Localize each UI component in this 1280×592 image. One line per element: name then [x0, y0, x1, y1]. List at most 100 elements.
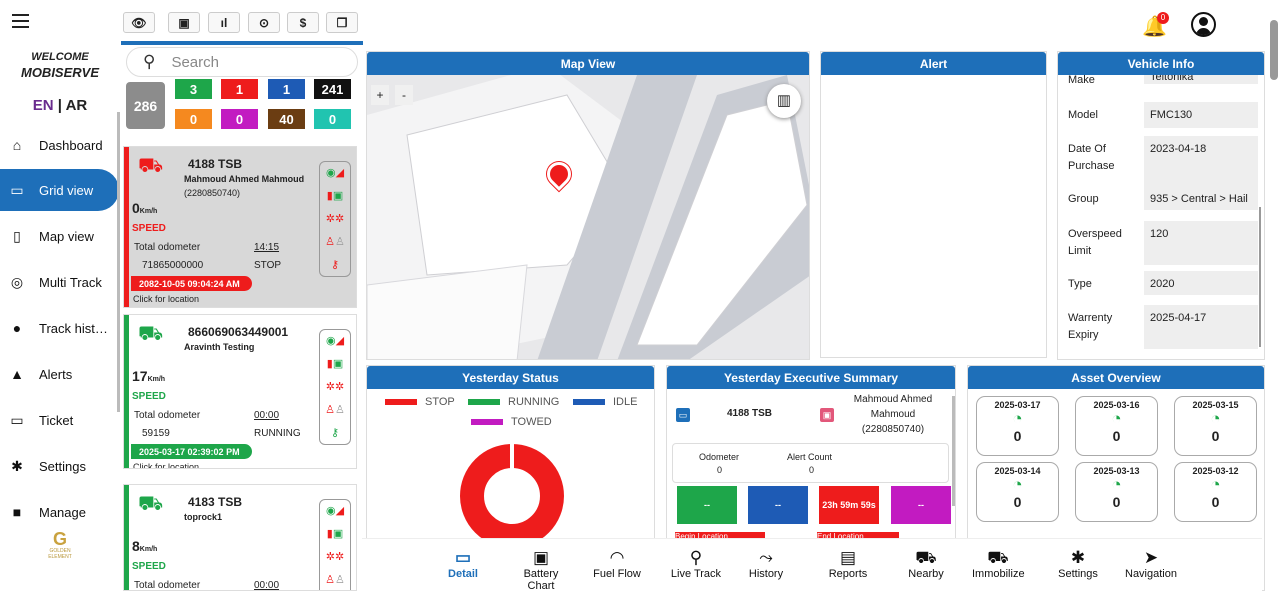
- sidebar-item-label: Ticket: [39, 412, 74, 428]
- alert-panel: Alert: [820, 51, 1047, 358]
- detail-icon: ▭: [454, 548, 472, 567]
- ticket-icon: ▭: [10, 411, 24, 428]
- sidebar-item-dashboard[interactable]: ⌂ Dashboard: [0, 124, 120, 166]
- sidebar-item-ticket[interactable]: ▭ Ticket: [0, 399, 120, 441]
- status-count-badge[interactable]: 241: [314, 79, 351, 99]
- speed-label: SPEED: [132, 391, 166, 402]
- action-reports[interactable]: ▤ Reports: [822, 538, 874, 591]
- lang-ar[interactable]: AR: [66, 97, 88, 114]
- lang-en[interactable]: EN: [33, 97, 54, 114]
- action-label: Detail: [448, 568, 478, 580]
- signal-filter-button[interactable]: ıl: [208, 12, 240, 33]
- vehicle-speed: 17Km/h: [132, 368, 165, 384]
- summary-tile: 23h 59m 59s: [819, 486, 879, 524]
- copy-filter-button[interactable]: ❐: [326, 12, 358, 33]
- action-immobilize[interactable]: ⛟ Immobilize: [972, 538, 1025, 591]
- battery-icon: ▣: [178, 15, 190, 30]
- status-count-badge[interactable]: 0: [314, 109, 351, 129]
- vehicle-info-key: Type: [1068, 278, 1092, 290]
- eye-filter-button[interactable]: 👁: [123, 12, 155, 33]
- asset-day-card[interactable]: 2025-03-12 ◔ 0: [1174, 462, 1257, 522]
- sidebar-scrollbar[interactable]: [117, 112, 120, 412]
- sidebar-item-manage[interactable]: ■ Manage: [0, 491, 120, 533]
- page-scrollbar[interactable]: [1270, 20, 1278, 80]
- action-battery-chart[interactable]: ▣ Battery Chart: [515, 538, 567, 592]
- vehicle-plate: 4188 TSB: [188, 157, 243, 171]
- asset-day-card[interactable]: 2025-03-16 ◔ 0: [1075, 396, 1158, 456]
- asset-value: 0: [1112, 494, 1121, 510]
- status-count-badge[interactable]: 1: [268, 79, 305, 99]
- welcome-text: WELCOME: [31, 51, 89, 63]
- driver-name: Mahmoud Ahmed Mahmoud: [184, 174, 305, 184]
- sidebar-item-label: Manage: [39, 504, 86, 520]
- notification-badge: 0: [1157, 12, 1169, 24]
- action-label: Fuel Flow: [593, 568, 641, 580]
- action-label: Navigation: [1125, 568, 1177, 580]
- battery-filter-button[interactable]: ▣: [168, 12, 200, 33]
- vehicle-card[interactable]: ⛟ 866069063449001 Aravinth Testing 17Km/h SP…: [123, 314, 357, 469]
- last-update-time: 2025-03-17 02:39:02 PM: [131, 444, 252, 459]
- total-count[interactable]: 286: [126, 82, 165, 129]
- dollar-filter-button[interactable]: $: [287, 12, 319, 33]
- status-count-badge[interactable]: 1: [221, 79, 258, 99]
- brand-name: MOBISERVE: [20, 65, 99, 80]
- status-count-badge[interactable]: 40: [268, 109, 305, 129]
- sidebar-item-alerts[interactable]: ▲ Alerts: [0, 353, 120, 395]
- status-count-badge[interactable]: 0: [175, 109, 212, 129]
- gauge-icon: ◔: [1012, 475, 1023, 494]
- action-navigation[interactable]: ➤ Navigation: [1125, 538, 1177, 591]
- vehicle-status-icons: ◉◢ ▮▣ ✲✲ ♙♙ ⚷: [319, 329, 351, 445]
- vehicle-card[interactable]: ⛟ 4188 TSB Mahmoud Ahmed Mahmoud (228085074…: [123, 146, 357, 308]
- asset-day-card[interactable]: 2025-03-14 ◔ 0: [976, 462, 1059, 522]
- sidebar-item-settings[interactable]: ✱ Settings: [0, 445, 120, 487]
- seatbelt-icon: ♙♙: [325, 404, 345, 416]
- action-fuel-flow[interactable]: ◠ Fuel Flow: [591, 538, 643, 591]
- action-nearby[interactable]: ⛟ Nearby: [900, 538, 952, 591]
- sidebar-item-track-hist-[interactable]: ● Track hist…: [0, 307, 120, 349]
- zoom-in-button[interactable]: +: [371, 85, 389, 105]
- map-layer-icon[interactable]: ▥: [767, 84, 801, 118]
- map-canvas[interactable]: [367, 75, 810, 360]
- summary-scrollbar[interactable]: [952, 396, 955, 506]
- action-live-track[interactable]: ⚲ Live Track: [670, 538, 722, 591]
- status-count-badge[interactable]: 0: [221, 109, 258, 129]
- asset-day-card[interactable]: 2025-03-15 ◔ 0: [1174, 396, 1257, 456]
- driver-name: toprock1: [184, 512, 223, 522]
- sidebar-item-label: Grid view: [39, 182, 94, 198]
- vehicle-plate: 4183 TSB: [188, 495, 243, 509]
- sidebar: WELCOME MOBISERVE EN | AR ⌂ Dashboard ▭ Gri…: [0, 0, 120, 591]
- vehicle-status-bar: [124, 485, 129, 590]
- asset-value: 0: [1112, 428, 1121, 444]
- user-icon[interactable]: [1191, 12, 1216, 37]
- asset-overview-title: Asset Overview: [968, 366, 1264, 389]
- asset-day-card[interactable]: 2025-03-17 ◔ 0: [976, 396, 1059, 456]
- vehicle-info-value: 120: [1144, 221, 1258, 265]
- action-history[interactable]: ⤳ History: [740, 538, 792, 591]
- search-input[interactable]: ⚲ Search: [126, 47, 358, 77]
- duration-value: 00:00: [254, 410, 280, 421]
- summary-tile: --: [891, 486, 951, 524]
- speed-value: 17: [132, 368, 148, 384]
- vehicle-info-scrollbar[interactable]: [1259, 207, 1261, 347]
- legend-swatch: [385, 399, 417, 405]
- action-detail[interactable]: ▭ Detail: [437, 538, 489, 591]
- click-for-location-link[interactable]: Click for location: [133, 294, 199, 304]
- zoom-out-button[interactable]: -: [395, 85, 413, 105]
- status-count-badge[interactable]: 3: [175, 79, 212, 99]
- gauge-icon: ◔: [1111, 475, 1122, 494]
- sidebar-item-grid-view[interactable]: ▭ Grid view: [0, 169, 119, 211]
- target-filter-button[interactable]: ⊙: [248, 12, 280, 33]
- vehicle-card[interactable]: ⛟ 4183 TSB toprock1 8Km/h SPEED Total odomete…: [123, 484, 357, 591]
- legend-label: IDLE: [613, 396, 638, 408]
- legend-swatch: [471, 419, 503, 425]
- action-settings[interactable]: ✱ Settings: [1052, 538, 1104, 591]
- sidebar-item-multi-track[interactable]: ◎ Multi Track: [0, 261, 120, 303]
- sidebar-item-map-view[interactable]: ▯ Map view: [0, 215, 120, 257]
- signal-icon: ıl: [220, 15, 228, 30]
- asset-day-card[interactable]: 2025-03-13 ◔ 0: [1075, 462, 1158, 522]
- driver-id: (2280850740): [184, 188, 241, 198]
- click-for-location-link[interactable]: Click for location: [133, 462, 199, 468]
- summary-driver: Mahmoud Ahmed Mahmoud (2280850740): [853, 394, 933, 435]
- menu-icon[interactable]: [12, 14, 29, 28]
- report-icon: ▤: [839, 548, 857, 567]
